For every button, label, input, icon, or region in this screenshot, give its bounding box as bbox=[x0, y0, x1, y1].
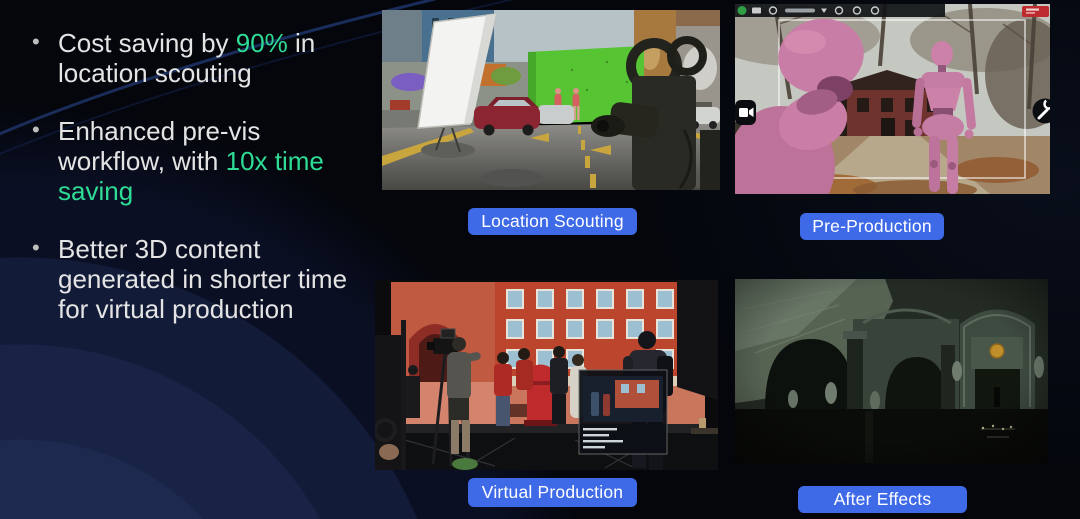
video-camera-icon bbox=[739, 108, 748, 117]
flag-icon[interactable] bbox=[752, 7, 761, 14]
label-after-effects[interactable]: After Effects bbox=[798, 486, 967, 513]
label-virtual-production[interactable]: Virtual Production bbox=[468, 478, 637, 507]
green-status-dot bbox=[737, 6, 747, 15]
record-badge[interactable] bbox=[1022, 6, 1049, 17]
image-after-effects bbox=[735, 279, 1048, 464]
image-virtual-production bbox=[375, 280, 718, 470]
label-pre-production[interactable]: Pre-Production bbox=[800, 213, 944, 240]
previz-toolbar[interactable] bbox=[735, 4, 945, 17]
studio-black-panel bbox=[677, 280, 718, 400]
bullet-highlight: 90% bbox=[235, 28, 288, 58]
camera-panel-button[interactable] bbox=[735, 100, 756, 125]
bullet-text: Better 3D content generated in shorter t… bbox=[58, 234, 348, 324]
bullet-item: Better 3D content generated in shorter t… bbox=[30, 233, 352, 324]
bullet-text: Cost saving by bbox=[58, 28, 236, 58]
image-location-scouting bbox=[382, 10, 720, 190]
image-pre-production bbox=[735, 4, 1050, 194]
preview-monitor-overlay bbox=[578, 369, 668, 455]
preset-selector[interactable] bbox=[785, 8, 815, 13]
label-location-scouting[interactable]: Location Scouting bbox=[468, 208, 637, 235]
slide: Cost saving by 90% in location scouting … bbox=[0, 0, 1080, 519]
bullet-item: Enhanced pre-vis workflow, with 10x time… bbox=[30, 115, 352, 206]
vignette bbox=[735, 279, 1048, 464]
bullet-list: Cost saving by 90% in location scouting … bbox=[30, 27, 352, 352]
bullet-item: Cost saving by 90% in location scouting bbox=[30, 27, 352, 88]
